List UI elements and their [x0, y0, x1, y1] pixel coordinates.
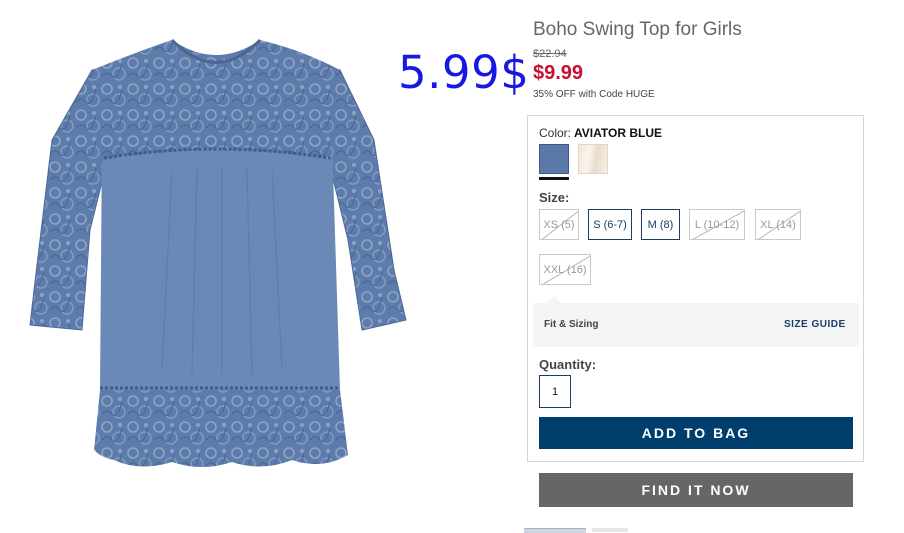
size-option-label: L (10-12): [694, 218, 740, 231]
fit-box-notch: [547, 296, 561, 303]
add-to-bag-button[interactable]: ADD TO BAG: [539, 417, 853, 449]
color-name: AVIATOR BLUE: [574, 126, 663, 140]
quantity-label: Quantity:: [539, 357, 597, 372]
swatch-aviator-blue[interactable]: [539, 144, 569, 174]
size-label: Size:: [539, 190, 570, 205]
size-option-label: M (8): [647, 218, 674, 231]
size-option-xxl[interactable]: XXL (16): [539, 254, 591, 285]
promo-text: 35% OFF with Code HUGE: [533, 89, 655, 100]
size-option-label: XL (14): [760, 218, 796, 231]
overlay-price: 5.99$: [398, 46, 530, 99]
size-option-s[interactable]: S (6-7): [588, 209, 632, 240]
size-option-label: S (6-7): [593, 218, 627, 231]
size-option-label: XS (5): [543, 218, 575, 231]
selected-swatch-indicator: [539, 177, 569, 180]
product-image[interactable]: [22, 30, 422, 478]
product-title: Boho Swing Top for Girls: [533, 19, 742, 40]
size-guide-link[interactable]: SIZE GUIDE: [784, 319, 846, 330]
swatch-cream[interactable]: [578, 144, 608, 174]
size-option-xs[interactable]: XS (5): [539, 209, 579, 240]
color-row: Color: AVIATOR BLUE: [539, 126, 662, 140]
size-option-xl[interactable]: XL (14): [755, 209, 801, 240]
size-option-l[interactable]: L (10-12): [689, 209, 745, 240]
find-it-now-button[interactable]: FIND IT NOW: [539, 473, 853, 507]
bottom-element-fragment: [592, 528, 628, 532]
fit-sizing-label[interactable]: Fit & Sizing: [544, 319, 598, 330]
size-option-m[interactable]: M (8): [641, 209, 680, 240]
color-label: Color:: [539, 126, 572, 140]
size-option-label: XXL (16): [543, 263, 587, 276]
quantity-input[interactable]: 1: [539, 375, 571, 408]
sale-price: $9.99: [533, 62, 584, 84]
original-price: $22.94: [533, 48, 567, 60]
bottom-element-fragment: [524, 528, 586, 533]
